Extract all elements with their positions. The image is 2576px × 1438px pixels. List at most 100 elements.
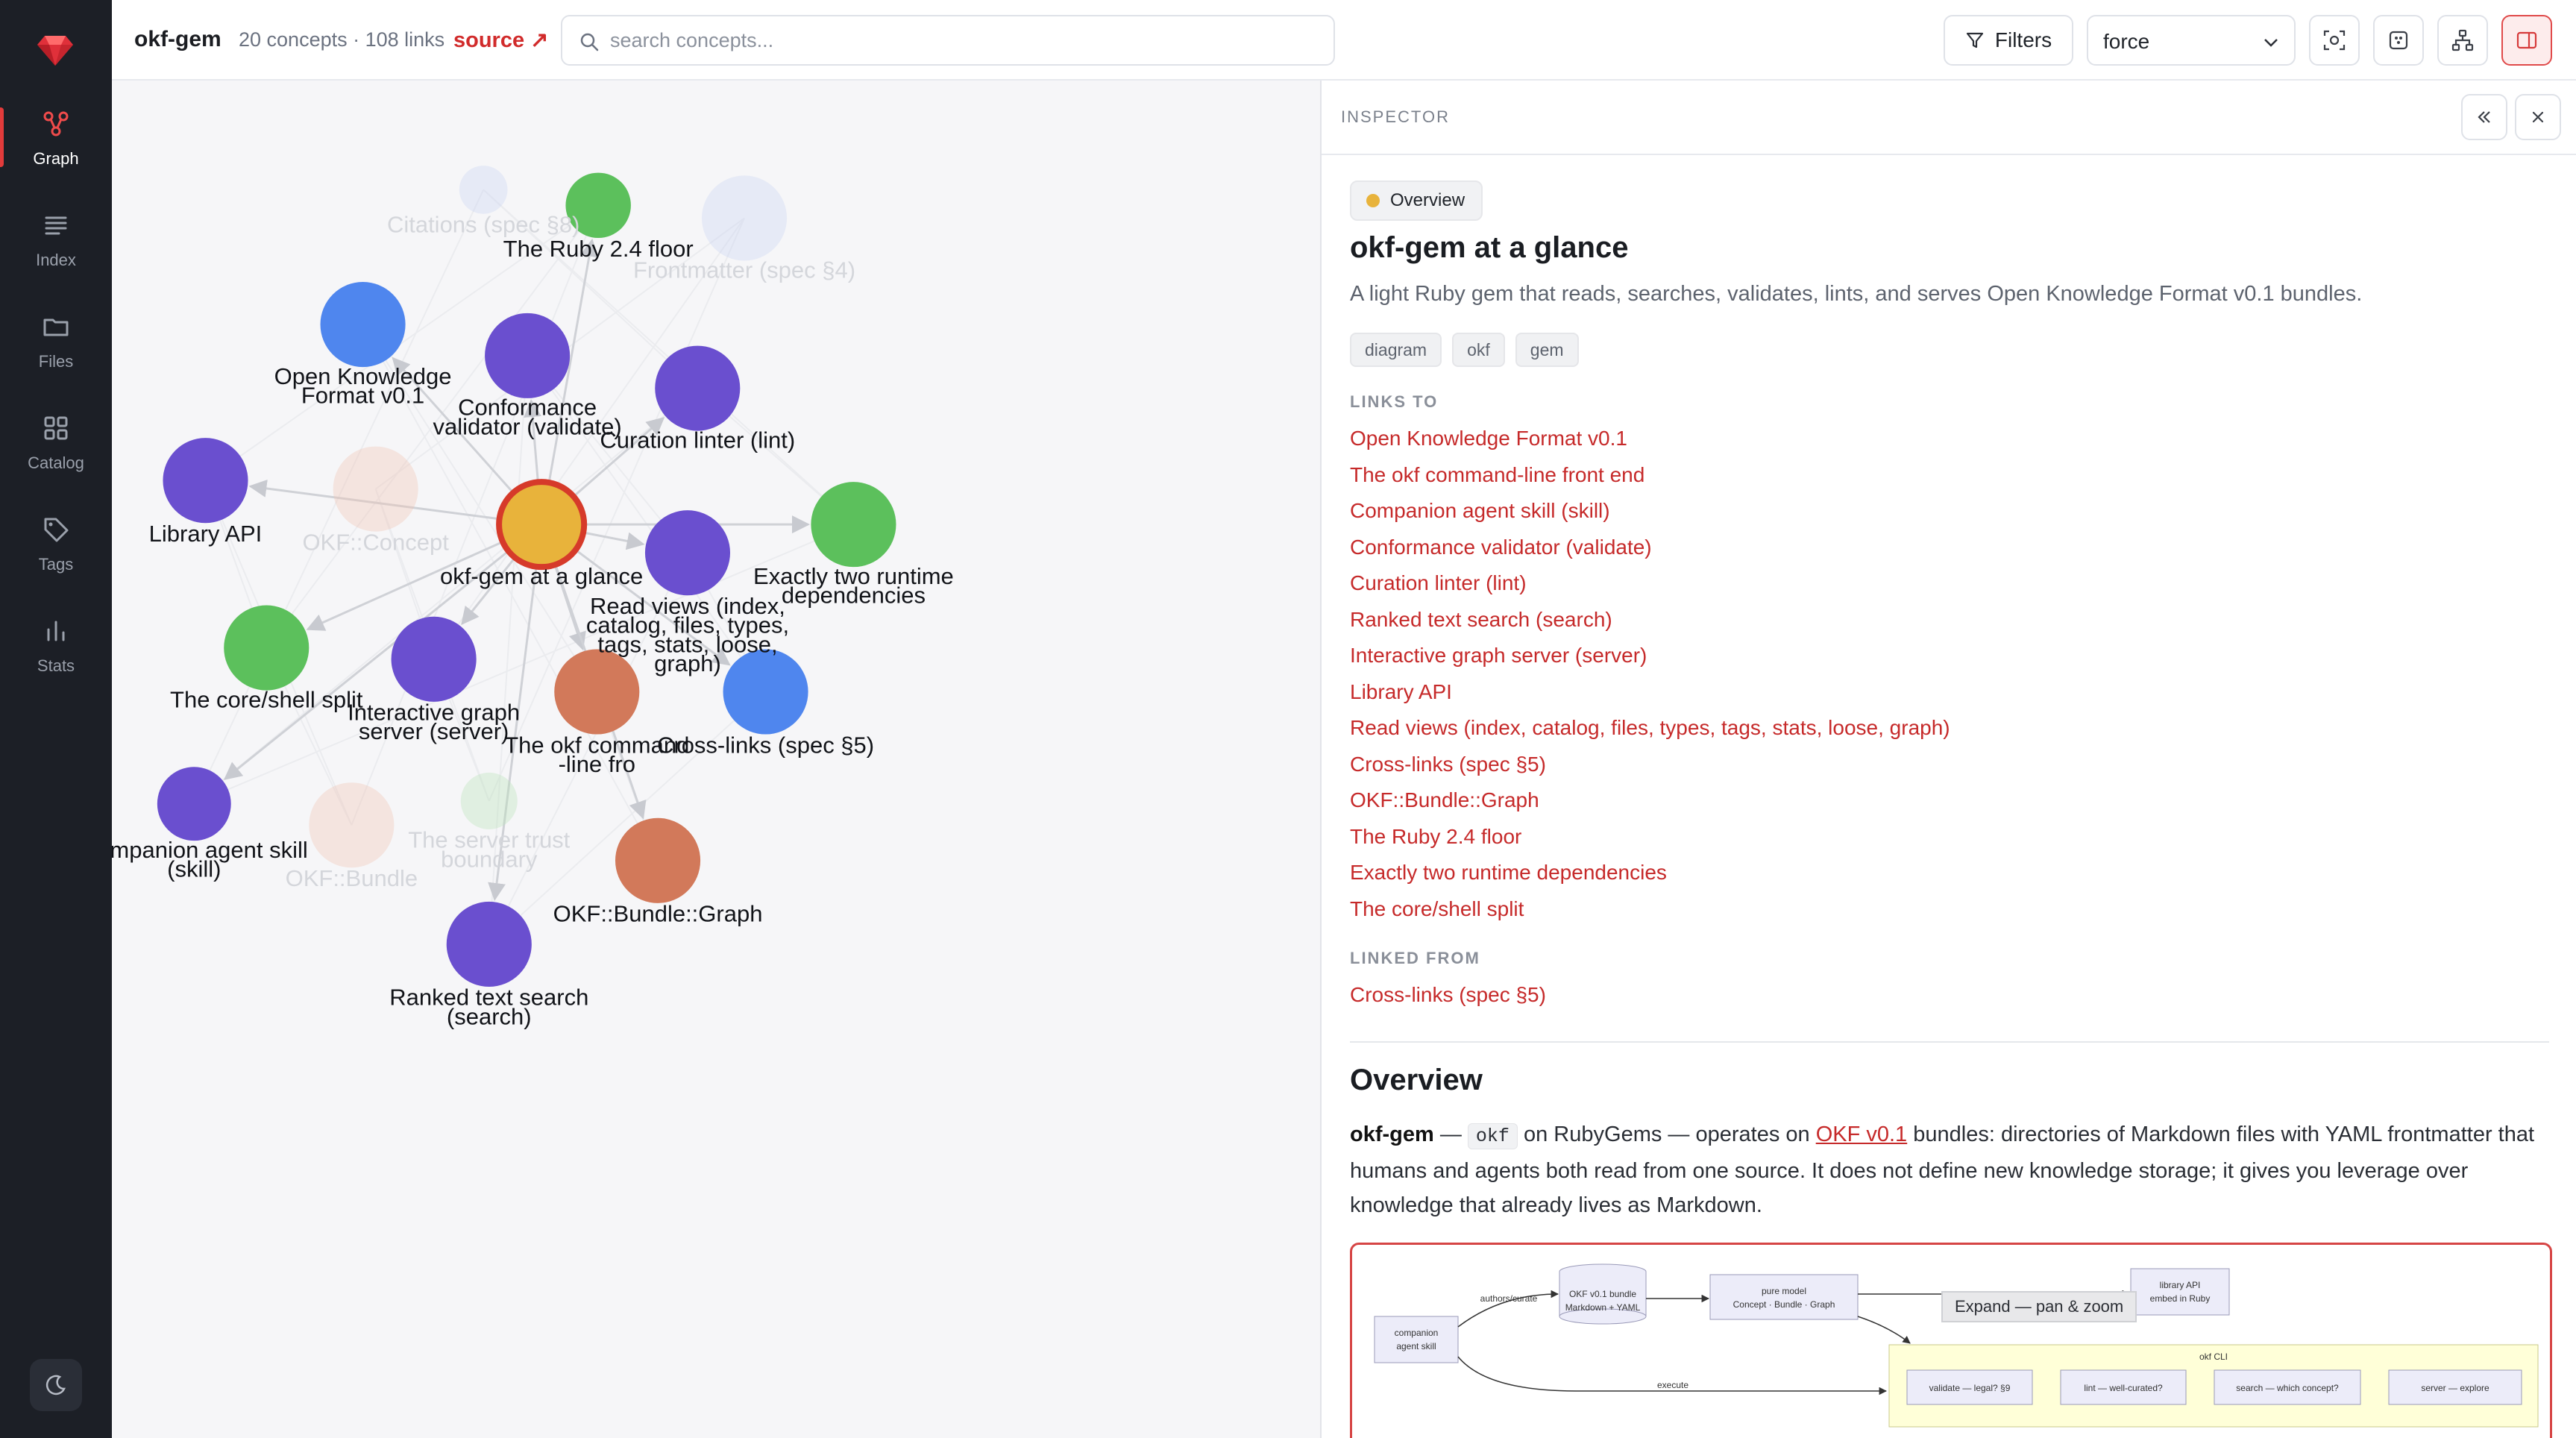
links-to-link[interactable]: Exactly two runtime dependencies: [1350, 855, 1950, 891]
tag-chip[interactable]: okf: [1452, 333, 1505, 367]
concept-graph[interactable]: Citations (spec §8)The Ruby 2.4 floorFro…: [112, 81, 1320, 1438]
graph-node-label[interactable]: OKF::Bundle: [286, 865, 418, 891]
screenshot-button[interactable]: [2373, 15, 2424, 66]
graph-node-label[interactable]: Frontmatter (spec §4): [633, 257, 855, 283]
graph-node-label[interactable]: OKF::Concept: [302, 529, 449, 555]
architecture-diagram-svg: companion agent skill authors/curate OKF…: [1374, 1263, 2539, 1428]
links-to-link[interactable]: Curation linter (lint): [1350, 565, 1950, 602]
links-to-link[interactable]: Interactive graph server (server): [1350, 638, 1950, 674]
diagram-cmd-lint: lint — well-curated?: [2084, 1383, 2163, 1393]
sidebar-item-files[interactable]: Files: [0, 303, 112, 389]
graph-node-label[interactable]: Companion agent skill(skill): [112, 837, 308, 882]
source-link[interactable]: source ↗: [453, 27, 548, 53]
expand-diagram-button[interactable]: Expand — pan & zoom: [1941, 1291, 2137, 1322]
graph-node-search[interactable]: [446, 901, 532, 987]
close-inspector-button[interactable]: [2515, 94, 2561, 140]
folder-icon: [43, 318, 69, 336]
graph-node-skill[interactable]: [157, 767, 231, 841]
filters-button[interactable]: Filters: [1944, 15, 2073, 66]
graph-node-okfv01[interactable]: [320, 282, 406, 368]
linked-from-link[interactable]: Cross-links (spec §5): [1350, 977, 1546, 1014]
diagram-cmd-server: server — explore: [2421, 1383, 2489, 1393]
graph-node-glance[interactable]: [496, 479, 588, 571]
hierarchy-icon: [2451, 29, 2474, 51]
graph-node-label[interactable]: OKF::Bundle::Graph: [553, 901, 763, 927]
theme-toggle-button[interactable]: [30, 1359, 82, 1411]
filter-icon: [1966, 32, 1983, 48]
moon-icon: [45, 1375, 66, 1395]
graph-node-readviews[interactable]: [644, 510, 731, 596]
screenshot-icon: [2389, 31, 2408, 50]
graph-node-label[interactable]: Conformance validator (validate): [433, 395, 621, 440]
tag-chip[interactable]: gem: [1515, 333, 1579, 367]
architecture-diagram[interactable]: companion agent skill authors/curate OKF…: [1350, 1243, 2552, 1438]
graph-node-tworuntime[interactable]: [811, 482, 896, 568]
collapse-inspector-button[interactable]: [2461, 94, 2507, 140]
sidebar-item-index[interactable]: Index: [0, 201, 112, 288]
search-input[interactable]: [610, 24, 1311, 57]
tag-chip[interactable]: diagram: [1350, 333, 1442, 367]
graph-node-cli[interactable]: [554, 649, 640, 735]
linked-from-heading: LINKED FROM: [1350, 949, 1480, 967]
graph-node-server[interactable]: [391, 616, 477, 702]
graph-node-coreshell[interactable]: [224, 605, 310, 691]
graph-node-validator[interactable]: [485, 313, 571, 398]
graph-node-bundlegraph[interactable]: [615, 817, 701, 903]
overview-paragraph: okf-gem — okf on RubyGems — operates on …: [1350, 1117, 2558, 1222]
grid-icon: [44, 416, 68, 440]
sidebar-item-graph[interactable]: Graph: [0, 100, 112, 186]
graph-node-label[interactable]: The core/shell split: [170, 686, 363, 712]
chevrons-left-icon: [2478, 111, 2490, 123]
focus-icon: [2323, 30, 2346, 51]
links-to-link[interactable]: Cross-links (spec §5): [1350, 747, 1950, 783]
sidebar: Graph Index Files Catalog Tags Stats: [0, 0, 112, 1438]
graph-node-label[interactable]: Exactly two runtime dependencies: [753, 563, 954, 609]
graph-node-libapi[interactable]: [163, 438, 248, 524]
diagram-model-line1: pure model: [1762, 1286, 1806, 1296]
graph-node-label[interactable]: Citations (spec §8): [387, 211, 579, 237]
focus-button[interactable]: [2309, 15, 2360, 66]
sidebar-item-tags[interactable]: Tags: [0, 506, 112, 592]
filters-label: Filters: [1994, 28, 2052, 51]
links-to-link[interactable]: OKF::Bundle::Graph: [1350, 782, 1950, 819]
graph-node-label[interactable]: Library API: [149, 521, 263, 547]
graph-node-concept[interactable]: [333, 446, 418, 532]
okf-spec-link[interactable]: OKF v0.1: [1816, 1123, 1908, 1146]
links-to-link[interactable]: The Ruby 2.4 floor: [1350, 819, 1950, 855]
hierarchy-layout-button[interactable]: [2437, 15, 2488, 66]
graph-node-crosslinks[interactable]: [723, 649, 808, 735]
graph-node-label[interactable]: Ranked text search (search): [389, 985, 588, 1030]
graph-node-label[interactable]: Open Knowledge Format v0.1: [274, 363, 452, 409]
graph-node-frontmatter[interactable]: [701, 175, 788, 261]
type-color-dot: [1366, 194, 1380, 207]
graph-node-trust[interactable]: [460, 772, 518, 829]
graph-node-label[interactable]: Cross-links (spec §5): [657, 732, 874, 758]
inspector-toggle-button[interactable]: [2501, 15, 2552, 66]
layout-select[interactable]: force: [2087, 15, 2296, 66]
diagram-bundle-line1: OKF v0.1 bundle: [1569, 1289, 1636, 1299]
links-to-link[interactable]: Ranked text search (search): [1350, 602, 1950, 638]
sidebar-item-catalog[interactable]: Catalog: [0, 404, 112, 491]
graph-node-label[interactable]: okf-gem at a glance: [440, 563, 643, 589]
graph-node-bundle[interactable]: [309, 782, 395, 868]
links-to-link[interactable]: Conformance validator (validate): [1350, 530, 1950, 566]
graph-node-citations[interactable]: [459, 166, 508, 214]
overview-code: okf: [1467, 1123, 1518, 1149]
search-box: [561, 15, 1335, 66]
graph-node-label[interactable]: The server trust boundary: [408, 827, 570, 873]
linked-from-list: Cross-links (spec §5): [1350, 977, 1546, 1014]
links-to-link[interactable]: Read views (index, catalog, files, types…: [1350, 710, 1950, 747]
diagram-lib-line1: library API: [2160, 1280, 2201, 1290]
graph-node-label[interactable]: Curation linter (lint): [600, 427, 795, 453]
sidebar-item-stats[interactable]: Stats: [0, 607, 112, 694]
links-to-link[interactable]: Companion agent skill (skill): [1350, 493, 1950, 530]
graph-node-linter[interactable]: [655, 345, 741, 431]
graph-canvas[interactable]: Citations (spec §8) The Ruby 2.4 floor Fro…: [112, 81, 1320, 1438]
links-to-link[interactable]: The core/shell split: [1350, 891, 1950, 928]
links-to-list: Open Knowledge Format v0.1 The okf comman…: [1350, 421, 1950, 927]
links-to-link[interactable]: Open Knowledge Format v0.1: [1350, 421, 1950, 457]
graph-node-label[interactable]: Interactive graph server (server): [348, 700, 520, 745]
ruby-logo-icon[interactable]: [34, 28, 76, 70]
links-to-link[interactable]: Library API: [1350, 674, 1950, 711]
links-to-link[interactable]: The okf command-line front end: [1350, 457, 1950, 494]
